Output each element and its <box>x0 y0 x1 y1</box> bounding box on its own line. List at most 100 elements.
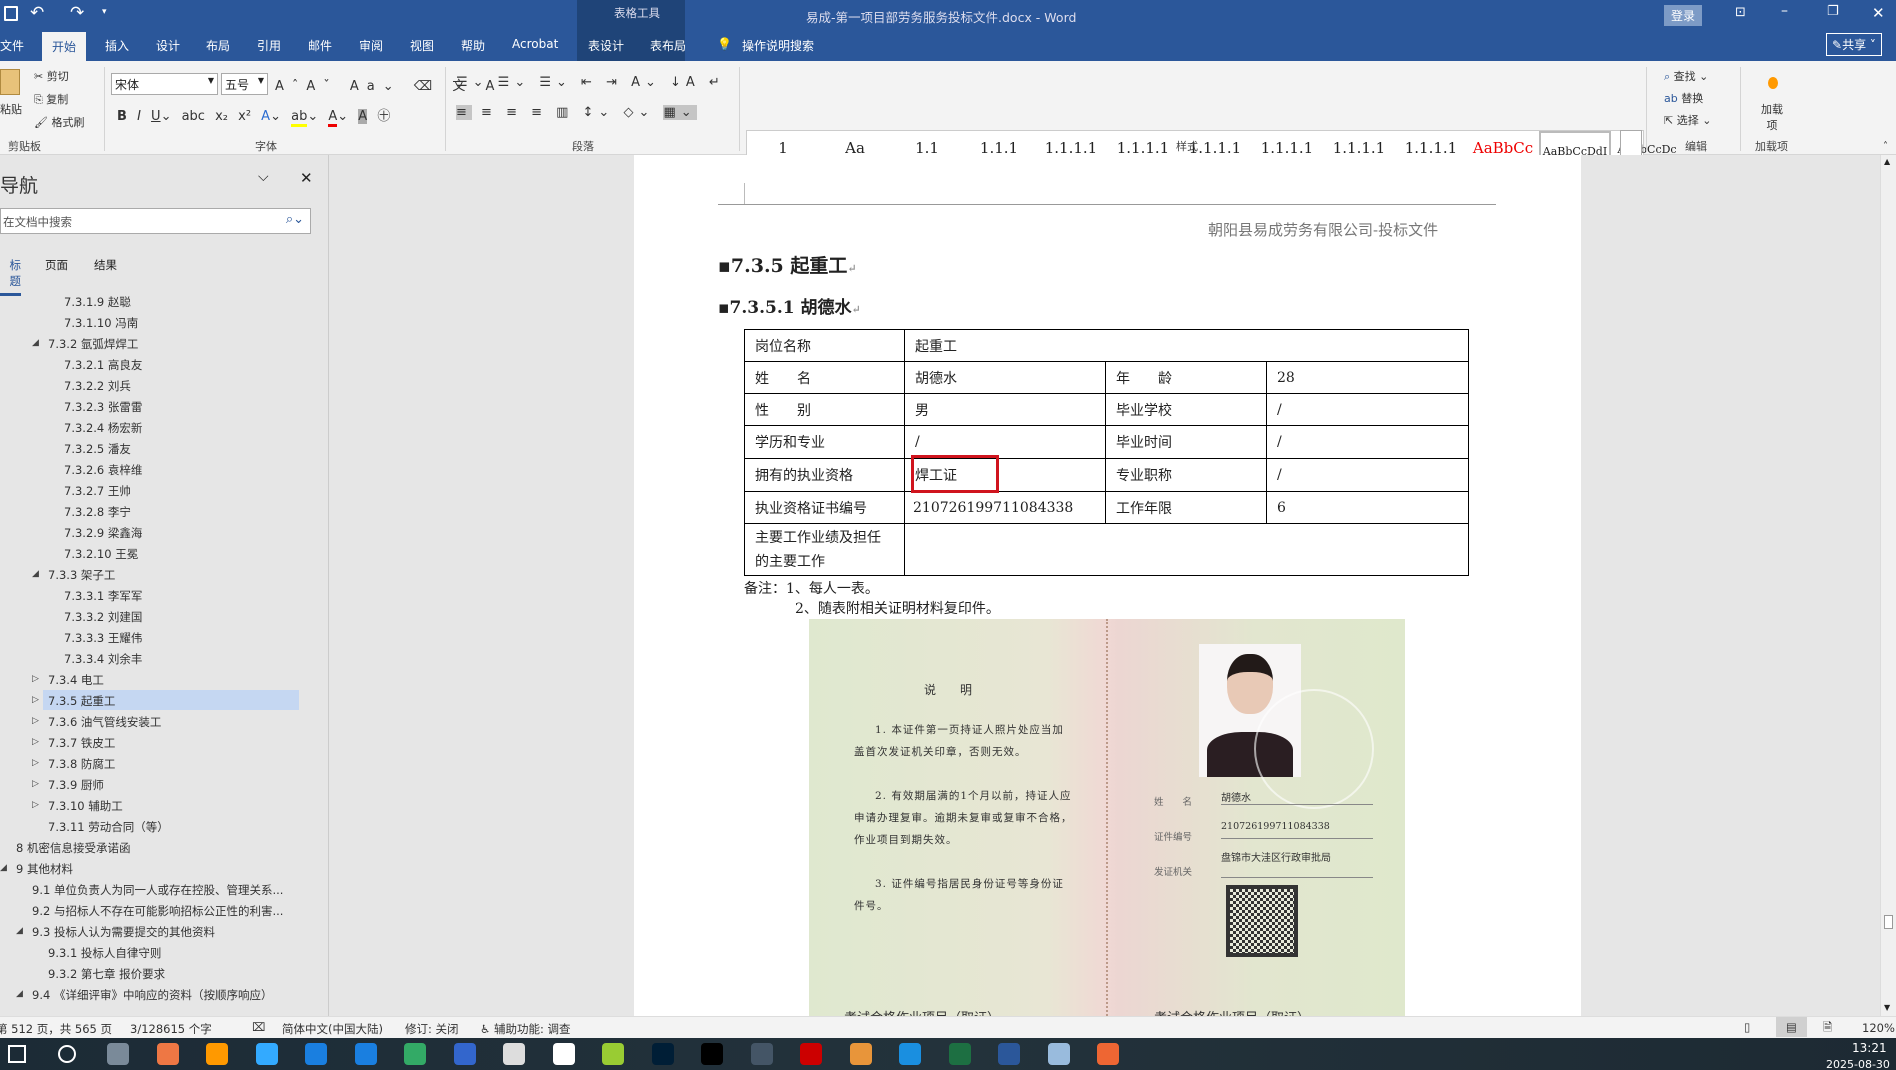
camera-app-icon[interactable] <box>206 1043 228 1065</box>
search-icon[interactable] <box>57 1045 76 1063</box>
file-icon[interactable] <box>552 1043 575 1065</box>
expand-icon[interactable]: ▷ <box>32 695 39 705</box>
expand-icon[interactable]: ▷ <box>32 779 39 789</box>
nav-heading-item[interactable]: 7.3.1.9 赵聪 <box>64 294 131 310</box>
font-size-select[interactable]: 五号 ▼ <box>221 73 268 95</box>
expand-icon[interactable]: ▷ <box>32 716 39 726</box>
share-button[interactable]: ✎共享 ˅ <box>1826 33 1882 56</box>
tab-design[interactable]: 设计 <box>156 37 180 54</box>
nav-heading-item[interactable]: 7.3.2 氩弧焊焊工 <box>48 336 138 352</box>
nav-heading-item[interactable]: 7.3.2.3 张雷雷 <box>64 399 142 415</box>
collapse-icon[interactable]: ◢ <box>32 338 39 348</box>
nav-heading-item[interactable]: 7.3.3.2 刘建国 <box>64 609 142 625</box>
accessibility-status[interactable]: ♿ 辅助功能: 调查 <box>480 1021 571 1037</box>
print-layout-icon[interactable]: ▤ <box>1776 1017 1807 1037</box>
acrobat-icon[interactable] <box>800 1043 822 1065</box>
nav-heading-item[interactable]: 9.3.1 投标人自律守则 <box>48 945 161 961</box>
login-button[interactable]: 登录 <box>1664 5 1703 26</box>
tab-acrobat[interactable]: Acrobat <box>512 37 558 51</box>
nav-heading-item[interactable]: 7.3.8 防腐工 <box>48 756 115 772</box>
expand-icon[interactable]: ▷ <box>32 737 39 747</box>
nav-heading-item[interactable]: 7.3.2.5 潘友 <box>64 441 131 457</box>
undo-icon[interactable]: ↶ <box>30 3 44 23</box>
expand-icon[interactable]: ▷ <box>32 674 39 684</box>
nav-heading-item[interactable]: 7.3.5 起重工 <box>48 693 115 709</box>
app-icon[interactable] <box>305 1043 327 1065</box>
nav-heading-item[interactable]: 9.3.2 第七章 报价要求 <box>48 966 165 982</box>
tab-references[interactable]: 引用 <box>257 37 281 54</box>
expand-icon[interactable]: ▷ <box>32 800 39 810</box>
nav-heading-item[interactable]: 7.3.3.4 刘余丰 <box>64 651 142 667</box>
redo-icon[interactable]: ↷ <box>70 3 84 23</box>
addins-button[interactable]: 加载项 <box>1760 101 1784 133</box>
nav-heading-item[interactable]: 7.3.3 架子工 <box>48 567 115 583</box>
tell-me-search[interactable]: 操作说明搜索 <box>742 37 814 54</box>
wps-icon[interactable] <box>453 1043 476 1065</box>
proofing-icon[interactable]: ⌧ <box>252 1020 265 1034</box>
dots-app-icon[interactable] <box>255 1043 278 1065</box>
zoom-level[interactable]: 120% <box>1862 1021 1895 1035</box>
search-app-icon[interactable] <box>849 1043 872 1065</box>
font-style-buttons[interactable]: B I U⌄ abc x₂ x² A⌄ ab⌄ A⌄ A ㊉ <box>117 105 390 127</box>
ribbon-display-icon[interactable]: ⊡ <box>1735 5 1746 20</box>
clock-date[interactable]: 2025-08-30 <box>1826 1058 1890 1070</box>
nav-heading-item[interactable]: 8 机密信息接受承诺函 <box>16 840 130 856</box>
close-button[interactable]: ✕ <box>1872 4 1885 22</box>
nav-heading-item[interactable]: 7.3.2.6 袁梓维 <box>64 462 142 478</box>
minimize-button[interactable]: – <box>1781 3 1788 19</box>
find-button[interactable]: ⌕ 查找 ⌄ <box>1664 68 1708 84</box>
nav-heading-item[interactable]: 7.3.2.1 高良友 <box>64 357 142 373</box>
collapse-icon[interactable]: ◢ <box>16 989 23 999</box>
nav-heading-item[interactable]: 9.2 与招标人不存在可能影响招标公正性的利害... <box>32 903 283 919</box>
font-name-select[interactable]: 宋体 ▼ <box>111 73 218 95</box>
nav-heading-item[interactable]: 7.3.2.9 梁鑫海 <box>64 525 142 541</box>
nav-heading-item[interactable]: 7.3.4 电工 <box>48 672 104 688</box>
web-layout-icon[interactable]: 🗎 <box>1823 1020 1832 1039</box>
collapse-ribbon-icon[interactable]: ˄ <box>1883 141 1888 152</box>
tab-layout[interactable]: 布局 <box>206 37 230 54</box>
read-mode-icon[interactable]: ▯ <box>1744 1020 1750 1034</box>
tab-file[interactable]: 文件 <box>0 37 24 54</box>
collapse-icon[interactable]: ◢ <box>32 569 39 579</box>
file-icon[interactable] <box>503 1043 525 1065</box>
cut-button[interactable]: ✂ 剪切 <box>34 68 69 84</box>
nav-heading-item[interactable]: 7.3.10 辅助工 <box>48 798 123 814</box>
windows-icon[interactable] <box>8 1045 26 1063</box>
nav-heading-item[interactable]: 7.3.2.8 李宁 <box>64 504 131 520</box>
nav-heading-item[interactable]: 7.3.1.10 冯南 <box>64 315 138 331</box>
photoshop-icon[interactable] <box>651 1043 674 1065</box>
align-buttons[interactable]: ≡ ≡ ≡ ≡ ▥ ↕⌄ ◇⌄ ▦⌄ <box>456 105 697 120</box>
restore-button[interactable]: ❐ <box>1827 4 1839 19</box>
clock-time[interactable]: 13:21 <box>1852 1041 1887 1055</box>
tab-help[interactable]: 帮助 <box>461 37 485 54</box>
nav-heading-item[interactable]: 7.3.3.1 李军军 <box>64 588 142 604</box>
excel-icon[interactable] <box>948 1043 971 1065</box>
word-icon[interactable] <box>998 1043 1020 1065</box>
page-count[interactable]: 第 512 页，共 565 页 <box>0 1021 112 1037</box>
pen-app-icon[interactable] <box>602 1043 624 1065</box>
app-icon[interactable] <box>1097 1043 1119 1065</box>
nav-heading-item[interactable]: 7.3.2.10 王冕 <box>64 546 138 562</box>
sync-app-icon[interactable] <box>404 1043 426 1065</box>
tab-table-design[interactable]: 表设计 <box>588 37 624 54</box>
replace-button[interactable]: ab 替换 <box>1664 90 1703 106</box>
qq-icon[interactable] <box>701 1043 723 1065</box>
calculator-icon[interactable] <box>107 1043 129 1065</box>
notepad-icon[interactable] <box>1047 1043 1070 1065</box>
paragraph-buttons[interactable]: ☰⌄ ☰⌄ ☰⌄ ⇤ ⇥ A⌄ ↓A ↵ <box>456 75 725 90</box>
circle-app-icon[interactable] <box>354 1043 377 1065</box>
tab-review[interactable]: 审阅 <box>359 37 383 54</box>
tab-mailings[interactable]: 邮件 <box>308 37 332 54</box>
track-changes-status[interactable]: 修订: 关闭 <box>405 1021 459 1037</box>
word-count[interactable]: 3/128615 个字 <box>130 1021 212 1037</box>
nav-heading-item[interactable]: 7.3.9 厨师 <box>48 777 104 793</box>
nav-heading-item[interactable]: 7.3.3.3 王耀伟 <box>64 630 142 646</box>
nav-heading-item[interactable]: 9.1 单位负责人为同一人或存在控股、管理关系... <box>32 882 283 898</box>
tab-insert[interactable]: 插入 <box>105 37 129 54</box>
quick-access-menu-icon[interactable]: ▾ <box>102 7 107 17</box>
expand-icon[interactable]: ▷ <box>32 758 39 768</box>
nav-heading-item[interactable]: 9 其他材料 <box>16 861 73 877</box>
paste-button[interactable]: 粘贴 <box>0 101 22 117</box>
nav-heading-item[interactable]: 9.4 《详细评审》中响应的资料（按顺序响应） <box>32 987 272 1003</box>
nav-heading-item[interactable]: 7.3.2.4 杨宏新 <box>64 420 142 436</box>
